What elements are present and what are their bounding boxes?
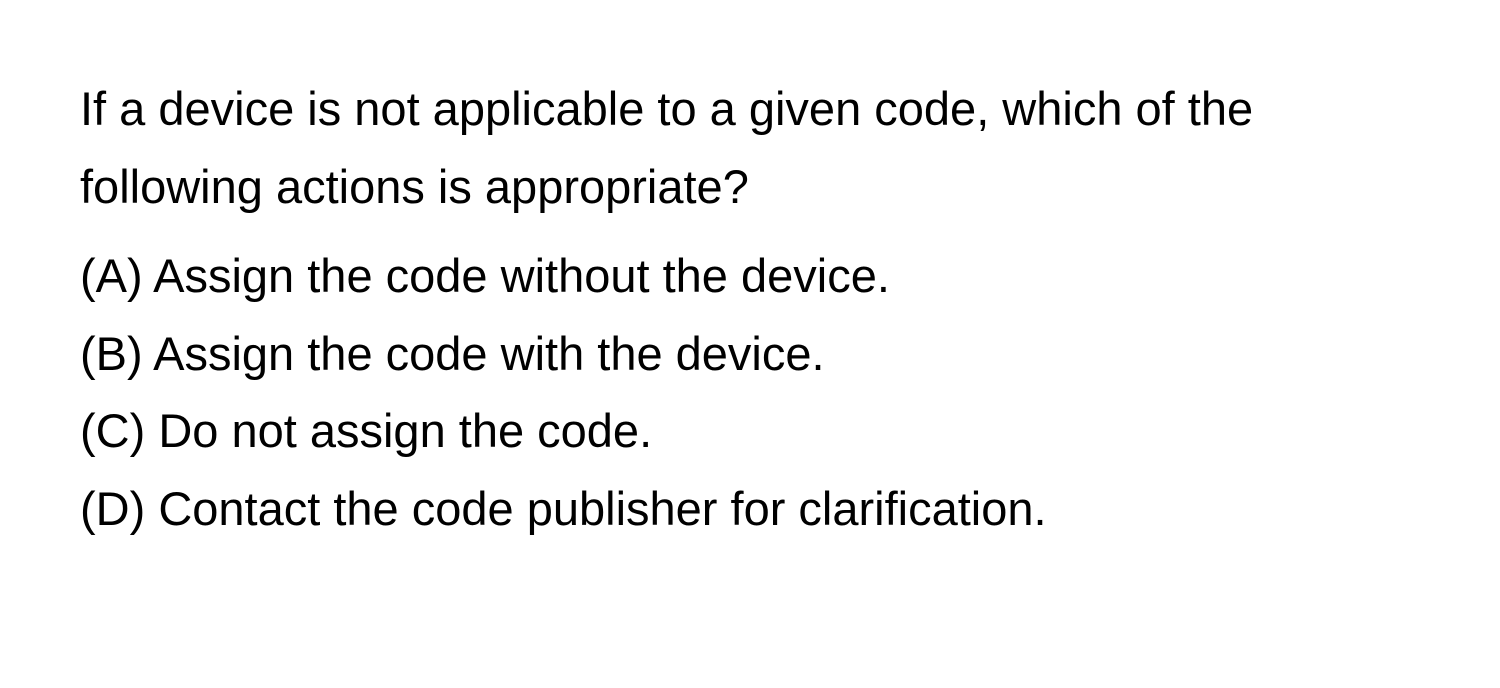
options-list: (A) Assign the code without the device. … (80, 237, 1420, 547)
option-label: (B) (80, 327, 143, 380)
option-label: (D) (80, 482, 145, 535)
option-text: Assign the code with the device. (153, 327, 824, 380)
option-d: (D) Contact the code publisher for clari… (80, 470, 1420, 548)
option-text: Assign the code without the device. (153, 249, 890, 302)
option-b: (B) Assign the code with the device. (80, 315, 1420, 393)
option-c: (C) Do not assign the code. (80, 392, 1420, 470)
option-label: (A) (80, 249, 143, 302)
option-text: Contact the code publisher for clarifica… (158, 482, 1046, 535)
option-label: (C) (80, 404, 145, 457)
option-a: (A) Assign the code without the device. (80, 237, 1420, 315)
option-text: Do not assign the code. (158, 404, 652, 457)
question-prompt: If a device is not applicable to a given… (80, 70, 1420, 225)
